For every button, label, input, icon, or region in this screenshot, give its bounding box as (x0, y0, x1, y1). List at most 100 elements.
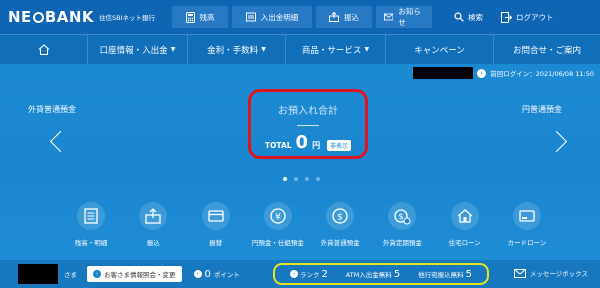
calculator-icon (185, 11, 195, 23)
quick-mortgage[interactable]: 住宅ローン (438, 202, 492, 247)
top-nav: 残高 入出金明細 振込 お知らせ (172, 6, 432, 28)
top-nav-transfer[interactable]: 振込 (316, 6, 372, 28)
nav-label: お問合せ・ご案内 (512, 45, 581, 56)
hero-carousel: › 前回ログイン：2021/06/08 11:50 外貨普通預金 円普通預金 お… (0, 64, 600, 260)
carousel-dot[interactable] (283, 177, 287, 181)
total-amount: 0 (295, 132, 309, 153)
atm-label: ATM入出金無料 (345, 271, 392, 279)
atm-free: ATM入出金無料 5 (346, 269, 400, 280)
quick-transfer[interactable]: 振込 (126, 202, 180, 247)
nav-campaign[interactable]: キャンペーン (386, 35, 494, 64)
home-icon (38, 44, 49, 55)
logout-label: ログアウト (516, 12, 554, 22)
top-nav-balance[interactable]: 残高 (172, 6, 228, 28)
quick-cardloan[interactable]: カードローン (500, 202, 554, 247)
quick-balance[interactable]: 残高・明細 (64, 202, 118, 247)
transfer-value: 5 (465, 268, 472, 280)
passbook-icon (245, 12, 256, 22)
yen-coin-icon: ¥ (263, 202, 292, 230)
arrow-right-icon: › (289, 270, 298, 278)
transfer-upload-icon (139, 202, 168, 230)
carousel-dot[interactable] (305, 177, 309, 181)
rank-value: 2 (321, 268, 328, 280)
quick-yen-deposit[interactable]: ¥ 円預金・仕組預金 (251, 202, 305, 247)
rank-benefits: › ランク 2 ATM入出金無料 5 他行宛振込無料 5 (273, 263, 489, 285)
passbook-icon (77, 202, 105, 230)
dollar-clock-icon: $ (388, 202, 417, 230)
transfer-icon (329, 12, 339, 22)
logo-text: NE BANK (8, 8, 95, 26)
redacted-customer-name (18, 264, 58, 284)
nav-label: 商品・サービス (301, 45, 362, 56)
nav-contact[interactable]: お問合せ・ご案内 (494, 35, 600, 64)
chevron-right-icon[interactable] (552, 130, 568, 154)
quick-menu: 残高・明細 振込 振替 ¥ 円預金・仕組預金 $ 外貨普通預金 $ 外貨定期預金… (64, 202, 554, 247)
quick-label: 振込 (146, 239, 160, 247)
points-label: ポイント (213, 271, 240, 279)
mail-icon (513, 268, 526, 278)
total-balance-card: お預入れ合計 TOTAL 0 円 非表示 (248, 89, 368, 159)
top-nav-label: お知らせ (398, 7, 421, 27)
chevron-left-icon[interactable] (48, 130, 64, 154)
top-utility: 検索 ログアウト (454, 11, 554, 23)
main-nav: 口座情報・入出金 ▼ 金利・手数料 ▼ 商品・サービス ▼ キャンペーン お問合… (0, 34, 600, 64)
quick-fx-time-deposit[interactable]: $ 外貨定期預金 (375, 202, 429, 247)
top-nav-statement[interactable]: 入出金明細 (232, 6, 312, 28)
nav-account[interactable]: 口座情報・入出金 ▼ (88, 35, 188, 64)
customer-info-label: お客さま情報照会・変更 (104, 271, 176, 279)
carousel-dot[interactable] (294, 177, 298, 181)
logout-icon (501, 11, 512, 23)
quick-label: 振替 (209, 239, 223, 247)
customer-info-button[interactable]: › お客さま情報照会・変更 (87, 266, 182, 282)
total-unit: 円 (312, 141, 321, 150)
carousel-dot[interactable] (316, 177, 320, 181)
points[interactable]: › 0 ポイント (193, 268, 240, 280)
quick-label: 残高・明細 (74, 239, 108, 247)
arrow-right-icon: › (93, 270, 101, 278)
rank-label: ランク (299, 271, 320, 279)
quick-label: カードローン (507, 239, 547, 247)
card-transfer-icon (201, 202, 230, 230)
logo-subtitle: 住信SBIネット銀行 (99, 14, 156, 22)
nav-label: 金利・手数料 (207, 45, 259, 56)
chevron-down-icon: ▼ (170, 46, 176, 53)
quick-fx-deposit[interactable]: $ 外貨普通預金 (313, 202, 367, 247)
hide-button[interactable]: 非表示 (327, 140, 352, 151)
rank[interactable]: › ランク 2 (289, 268, 328, 280)
search-button[interactable]: 検索 (454, 12, 483, 23)
top-nav-label: 残高 (199, 12, 215, 22)
top-header: NE BANK 住信SBIネット銀行 残高 入出金明細 振込 お知らせ 検索 ログ… (0, 0, 600, 34)
nav-label: キャンペーン (414, 45, 465, 56)
quick-label: 円預金・仕組預金 (251, 239, 304, 247)
nav-home[interactable] (0, 35, 88, 64)
nav-rates[interactable]: 金利・手数料 ▼ (188, 35, 286, 64)
quick-furikae[interactable]: 振替 (189, 202, 243, 247)
logout-button[interactable]: ログアウト (501, 11, 554, 23)
last-login-text: 前回ログイン：2021/06/08 11:50 (490, 70, 594, 78)
nav-products[interactable]: 商品・サービス ▼ (286, 35, 386, 64)
carousel-next-label[interactable]: 円普通預金 (522, 104, 562, 115)
dollar-coin-icon: $ (326, 202, 355, 230)
quick-label: 外貨普通預金 (320, 239, 360, 247)
top-nav-label: 振込 (344, 12, 359, 22)
top-nav-notice[interactable]: お知らせ (376, 6, 432, 28)
house-icon (450, 202, 479, 230)
svg-text:$: $ (337, 213, 343, 223)
brand-logo[interactable]: NE BANK 住信SBIネット銀行 (0, 8, 160, 26)
total-row: TOTAL 0 円 非表示 (251, 132, 365, 153)
atm-value: 5 (393, 268, 401, 280)
quick-label: 外貨定期預金 (382, 239, 422, 247)
message-box-link[interactable]: メッセージボックス (513, 268, 588, 278)
total-label: TOTAL (264, 141, 292, 150)
arrow-right-icon[interactable]: › (477, 68, 487, 78)
points-value: 0 (204, 268, 211, 280)
transfer-label: 他行宛振込無料 (418, 271, 464, 279)
arrow-right-icon: › (193, 270, 202, 278)
card-icon (512, 202, 541, 230)
customer-status-bar: さま › お客さま情報照会・変更 › 0 ポイント › ランク 2 ATM入出金… (0, 260, 600, 288)
carousel-prev-label[interactable]: 外貨普通預金 (28, 104, 76, 115)
last-login: › 前回ログイン：2021/06/08 11:50 (413, 67, 594, 79)
svg-text:¥: ¥ (275, 213, 281, 223)
mail-icon (384, 13, 394, 21)
message-box-label: メッセージボックス (529, 270, 588, 278)
